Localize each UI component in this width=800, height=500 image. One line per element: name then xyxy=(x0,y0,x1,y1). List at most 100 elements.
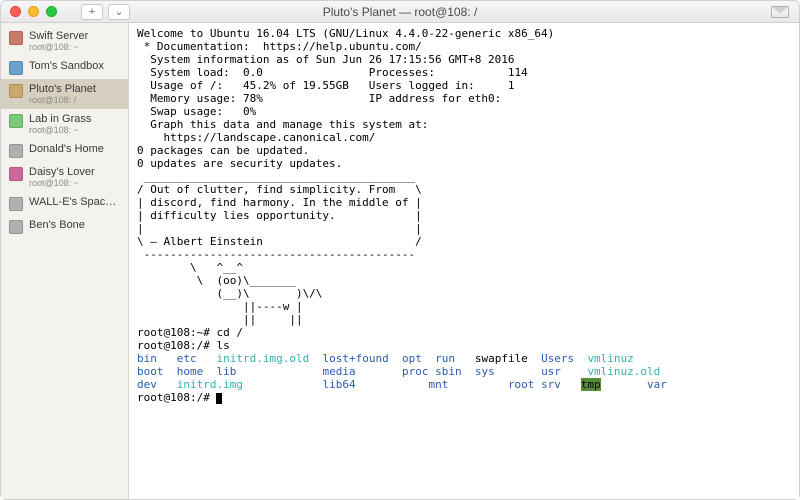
terminal-line: System load: 0.0 Processes: 114 xyxy=(137,66,791,79)
server-icon xyxy=(9,61,23,75)
sidebar-item-text: WALL-E's Spacecraft xyxy=(29,196,122,208)
sidebar-item-label: Daisy's Lover xyxy=(29,166,95,178)
terminal-line: 0 updates are security updates. xyxy=(137,157,791,170)
sidebar-item[interactable]: Tom's Sandbox xyxy=(1,56,128,79)
ls-entry: media xyxy=(322,365,355,378)
ls-entry: swapfile xyxy=(475,352,528,365)
ls-entry: mnt xyxy=(428,378,448,391)
app-window: + ⌄ Pluto's Planet — root@108: / Swift S… xyxy=(0,0,800,500)
terminal-line: / Out of clutter, find simplicity. From … xyxy=(137,183,791,196)
terminal-line: 0 packages can be updated. xyxy=(137,144,791,157)
terminal-line: Welcome to Ubuntu 16.04 LTS (GNU/Linux 4… xyxy=(137,27,791,40)
terminal-line: * Documentation: https://help.ubuntu.com… xyxy=(137,40,791,53)
ls-entry: root xyxy=(508,378,535,391)
sidebar-item[interactable]: Donald's Home xyxy=(1,139,128,162)
ls-entry: opt xyxy=(402,352,422,365)
sidebar-item-sub: root@108: ~ xyxy=(29,178,95,188)
sidebar-item-text: Lab in Grassroot@108: ~ xyxy=(29,113,91,135)
terminal-prompt[interactable]: root@108:/# xyxy=(137,391,791,404)
add-button[interactable]: + xyxy=(81,4,103,20)
sidebar: Swift Serverroot@108: ~Tom's SandboxPlut… xyxy=(1,23,129,499)
toolbar-right xyxy=(771,6,789,18)
terminal-line: ||----w | xyxy=(137,300,791,313)
terminal-line: \ — Albert Einstein / xyxy=(137,235,791,248)
ls-entry: initrd.img.old xyxy=(217,352,310,365)
traffic-lights xyxy=(1,6,57,17)
sidebar-item-sub: root@108: / xyxy=(29,95,96,105)
terminal-line: bin etc initrd.img.old lost+found opt ru… xyxy=(137,352,791,365)
sidebar-item-sub: root@108: ~ xyxy=(29,125,91,135)
sidebar-item[interactable]: WALL-E's Spacecraft xyxy=(1,192,128,215)
dropdown-button[interactable]: ⌄ xyxy=(108,4,130,20)
ls-entry: run xyxy=(435,352,455,365)
server-icon xyxy=(9,114,23,128)
sidebar-item-text: Tom's Sandbox xyxy=(29,60,104,72)
cursor-icon xyxy=(216,393,222,404)
ls-entry: Users xyxy=(541,352,574,365)
sidebar-item-text: Daisy's Loverroot@108: ~ xyxy=(29,166,95,188)
terminal-line: ________________________________________… xyxy=(137,170,791,183)
window-body: Swift Serverroot@108: ~Tom's SandboxPlut… xyxy=(1,23,799,499)
ls-entry: sbin xyxy=(435,365,462,378)
ls-entry: lib xyxy=(217,365,237,378)
sidebar-item-sub: root@108: ~ xyxy=(29,42,88,52)
sidebar-item-text: Pluto's Planetroot@108: / xyxy=(29,83,96,105)
sidebar-item-label: Pluto's Planet xyxy=(29,83,96,95)
ls-entry: lib64 xyxy=(322,378,355,391)
ls-entry: lost+found xyxy=(322,352,388,365)
terminal-line: | difficulty lies opportunity. | xyxy=(137,209,791,222)
terminal-line: || || xyxy=(137,313,791,326)
ls-entry: bin xyxy=(137,352,157,365)
sidebar-item-label: Ben's Bone xyxy=(29,219,85,231)
terminal-line: https://landscape.canonical.com/ xyxy=(137,131,791,144)
ls-entry: vmlinuz xyxy=(587,352,633,365)
ls-entry: sys xyxy=(475,365,495,378)
sidebar-item-label: Swift Server xyxy=(29,30,88,42)
titlebar: + ⌄ Pluto's Planet — root@108: / xyxy=(1,1,799,23)
terminal-line: \ ^__^ xyxy=(137,261,791,274)
ls-entry: var xyxy=(647,378,667,391)
sidebar-item-label: Lab in Grass xyxy=(29,113,91,125)
terminal-pane[interactable]: Welcome to Ubuntu 16.04 LTS (GNU/Linux 4… xyxy=(129,23,799,499)
ls-entry: boot xyxy=(137,365,164,378)
terminal-line: dev initrd.img lib64 mnt root srv tmp va… xyxy=(137,378,791,391)
terminal-line: | | xyxy=(137,222,791,235)
ls-entry: tmp xyxy=(581,378,601,391)
zoom-icon[interactable] xyxy=(46,6,57,17)
sidebar-item-text: Ben's Bone xyxy=(29,219,85,231)
terminal-line: boot home lib media proc sbin sys usr vm… xyxy=(137,365,791,378)
ls-entry: etc xyxy=(177,352,197,365)
terminal-line: root@108:/# ls xyxy=(137,339,791,352)
toolbar-left: + ⌄ xyxy=(81,4,130,20)
ls-entry: srv xyxy=(541,378,561,391)
close-icon[interactable] xyxy=(10,6,21,17)
terminal-line: ----------------------------------------… xyxy=(137,248,791,261)
sidebar-item[interactable]: Pluto's Planetroot@108: / xyxy=(1,79,128,109)
server-icon xyxy=(9,167,23,181)
sidebar-item[interactable]: Daisy's Loverroot@108: ~ xyxy=(1,162,128,192)
sidebar-item-label: WALL-E's Spacecraft xyxy=(29,196,122,208)
terminal-line: (__)\ )\/\ xyxy=(137,287,791,300)
server-icon xyxy=(9,31,23,45)
terminal-line: \ (oo)\_______ xyxy=(137,274,791,287)
mail-icon[interactable] xyxy=(771,6,789,18)
terminal-line: Memory usage: 78% IP address for eth0: xyxy=(137,92,791,105)
server-icon xyxy=(9,220,23,234)
ls-entry: dev xyxy=(137,378,157,391)
terminal-line: root@108:~# cd / xyxy=(137,326,791,339)
sidebar-item[interactable]: Lab in Grassroot@108: ~ xyxy=(1,109,128,139)
minimize-icon[interactable] xyxy=(28,6,39,17)
server-icon xyxy=(9,197,23,211)
ls-entry: initrd.img xyxy=(177,378,243,391)
terminal-line: Usage of /: 45.2% of 19.55GB Users logge… xyxy=(137,79,791,92)
sidebar-item[interactable]: Swift Serverroot@108: ~ xyxy=(1,26,128,56)
server-icon xyxy=(9,84,23,98)
terminal-line: Graph this data and manage this system a… xyxy=(137,118,791,131)
ls-entry: usr xyxy=(541,365,561,378)
ls-entry: home xyxy=(177,365,204,378)
sidebar-item-text: Swift Serverroot@108: ~ xyxy=(29,30,88,52)
ls-entry: proc xyxy=(402,365,429,378)
sidebar-item-label: Donald's Home xyxy=(29,143,104,155)
sidebar-item[interactable]: Ben's Bone xyxy=(1,215,128,238)
terminal-line: Swap usage: 0% xyxy=(137,105,791,118)
